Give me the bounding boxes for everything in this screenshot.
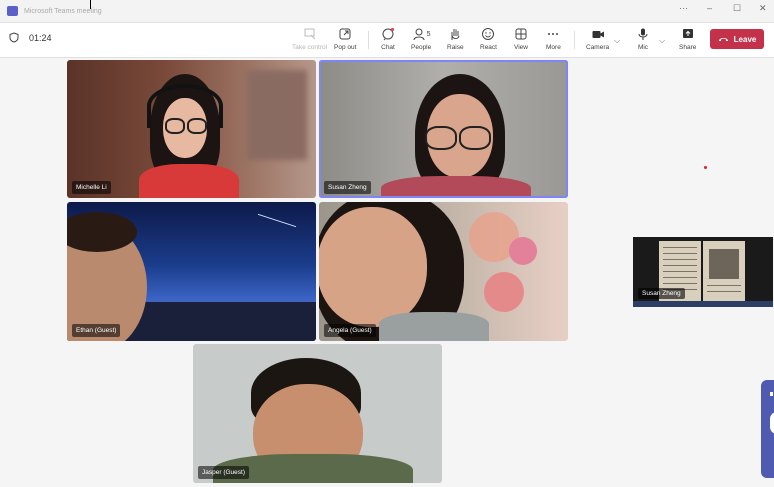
participant-name-label: Ethan (Guest) xyxy=(72,324,121,337)
teams-logo-icon xyxy=(7,6,18,16)
more-button[interactable]: More xyxy=(546,27,561,51)
camera-icon xyxy=(592,31,604,38)
view-label: View xyxy=(514,44,528,51)
video-stage: Michelle Li Susan Zheng Ethan (Guest) An… xyxy=(0,58,774,487)
camera-options-chevron-icon[interactable]: ⌵ xyxy=(614,36,620,46)
people-button[interactable]: 5 People xyxy=(411,27,431,51)
window-more-icon[interactable]: ··· xyxy=(679,3,688,13)
react-button[interactable]: React xyxy=(480,27,497,51)
shooting-star xyxy=(257,213,297,228)
pointer-dot xyxy=(704,166,707,169)
text-cursor xyxy=(90,0,91,9)
hand-icon xyxy=(451,29,460,40)
camera-button[interactable]: Camera xyxy=(586,27,609,51)
background-shelf xyxy=(247,70,307,160)
toolbar-divider xyxy=(574,31,575,49)
people-icon xyxy=(413,28,425,41)
video-tile[interactable]: Ethan (Guest) xyxy=(67,202,316,341)
glasses-left-lens xyxy=(165,118,185,134)
view-button[interactable]: View xyxy=(514,27,528,51)
chat-icon xyxy=(382,27,395,41)
hang-up-icon xyxy=(718,38,728,41)
book-illustration xyxy=(709,249,739,279)
minimize-button[interactable]: – xyxy=(707,3,712,13)
chat-button[interactable]: Chat xyxy=(381,27,395,51)
take-control-label: Take control xyxy=(292,44,328,51)
mic-button[interactable]: Mic xyxy=(636,27,650,51)
video-tile[interactable]: Michelle Li xyxy=(67,60,316,198)
active-speaker-border xyxy=(319,60,568,198)
mic-label: Mic xyxy=(637,44,649,51)
title-bar: Microsoft Teams meeting ··· – ☐ ✕ xyxy=(0,0,774,23)
pop-out-button[interactable]: Pop out xyxy=(334,27,356,51)
close-button[interactable]: ✕ xyxy=(759,3,767,14)
maximize-button[interactable]: ☐ xyxy=(733,3,741,14)
shared-screen-thumbnail[interactable]: Susan Zheng xyxy=(633,237,773,307)
raise-label: Raise xyxy=(447,44,464,51)
panel-mark xyxy=(770,392,773,396)
share-button[interactable]: Share xyxy=(679,27,696,51)
share-screen-icon xyxy=(682,29,693,38)
floating-side-panel[interactable] xyxy=(761,380,774,478)
taskbar xyxy=(633,301,773,307)
participant-shirt xyxy=(139,164,239,198)
participant-name-label: Susan Zheng xyxy=(324,181,371,194)
take-control-button[interactable]: Take control xyxy=(292,27,327,51)
video-tile-active-speaker[interactable]: Susan Zheng xyxy=(319,60,568,198)
timer-text: 01:24 xyxy=(29,32,52,43)
people-label: People xyxy=(411,44,432,51)
more-icon xyxy=(548,33,559,35)
participant-face xyxy=(319,207,427,327)
meeting-toolbar: 01:24 Take control Pop out Chat 5 People… xyxy=(0,23,774,58)
microphone-icon xyxy=(638,28,648,40)
video-tile[interactable]: Angela (Guest) xyxy=(319,202,568,341)
book-page-right xyxy=(703,241,745,301)
pop-out-icon xyxy=(339,28,351,40)
participant-name-label: Michelle Li xyxy=(72,181,111,194)
glasses-right-lens xyxy=(187,118,207,134)
presenter-name-label: Susan Zheng xyxy=(638,288,685,299)
meeting-timer: 01:24 xyxy=(9,32,52,43)
take-control-icon xyxy=(304,28,315,40)
smiley-icon xyxy=(482,28,495,40)
more-label: More xyxy=(546,44,561,51)
participant-name-label: Angela (Guest) xyxy=(324,324,376,337)
toolbar-divider xyxy=(368,31,369,49)
decoration-flower xyxy=(484,272,524,312)
participant-shirt xyxy=(379,312,489,341)
mic-options-chevron-icon[interactable]: ⌵ xyxy=(659,36,665,46)
people-count: 5 xyxy=(426,30,431,38)
react-label: React xyxy=(480,44,497,51)
chat-label: Chat xyxy=(381,44,395,51)
pop-out-label: Pop out xyxy=(334,44,357,51)
raise-hand-button[interactable]: Raise xyxy=(447,27,464,51)
shield-icon xyxy=(9,32,19,43)
video-tile[interactable]: Jasper (Guest) xyxy=(193,344,442,483)
panel-circle xyxy=(770,412,774,434)
decoration-flower xyxy=(509,237,537,265)
camera-label: Camera xyxy=(586,44,610,51)
leave-button[interactable]: Leave xyxy=(710,29,764,49)
share-label: Share xyxy=(679,44,697,51)
leave-label: Leave xyxy=(733,34,757,44)
grid-view-icon xyxy=(515,28,527,40)
participant-name-label: Jasper (Guest) xyxy=(198,466,249,479)
